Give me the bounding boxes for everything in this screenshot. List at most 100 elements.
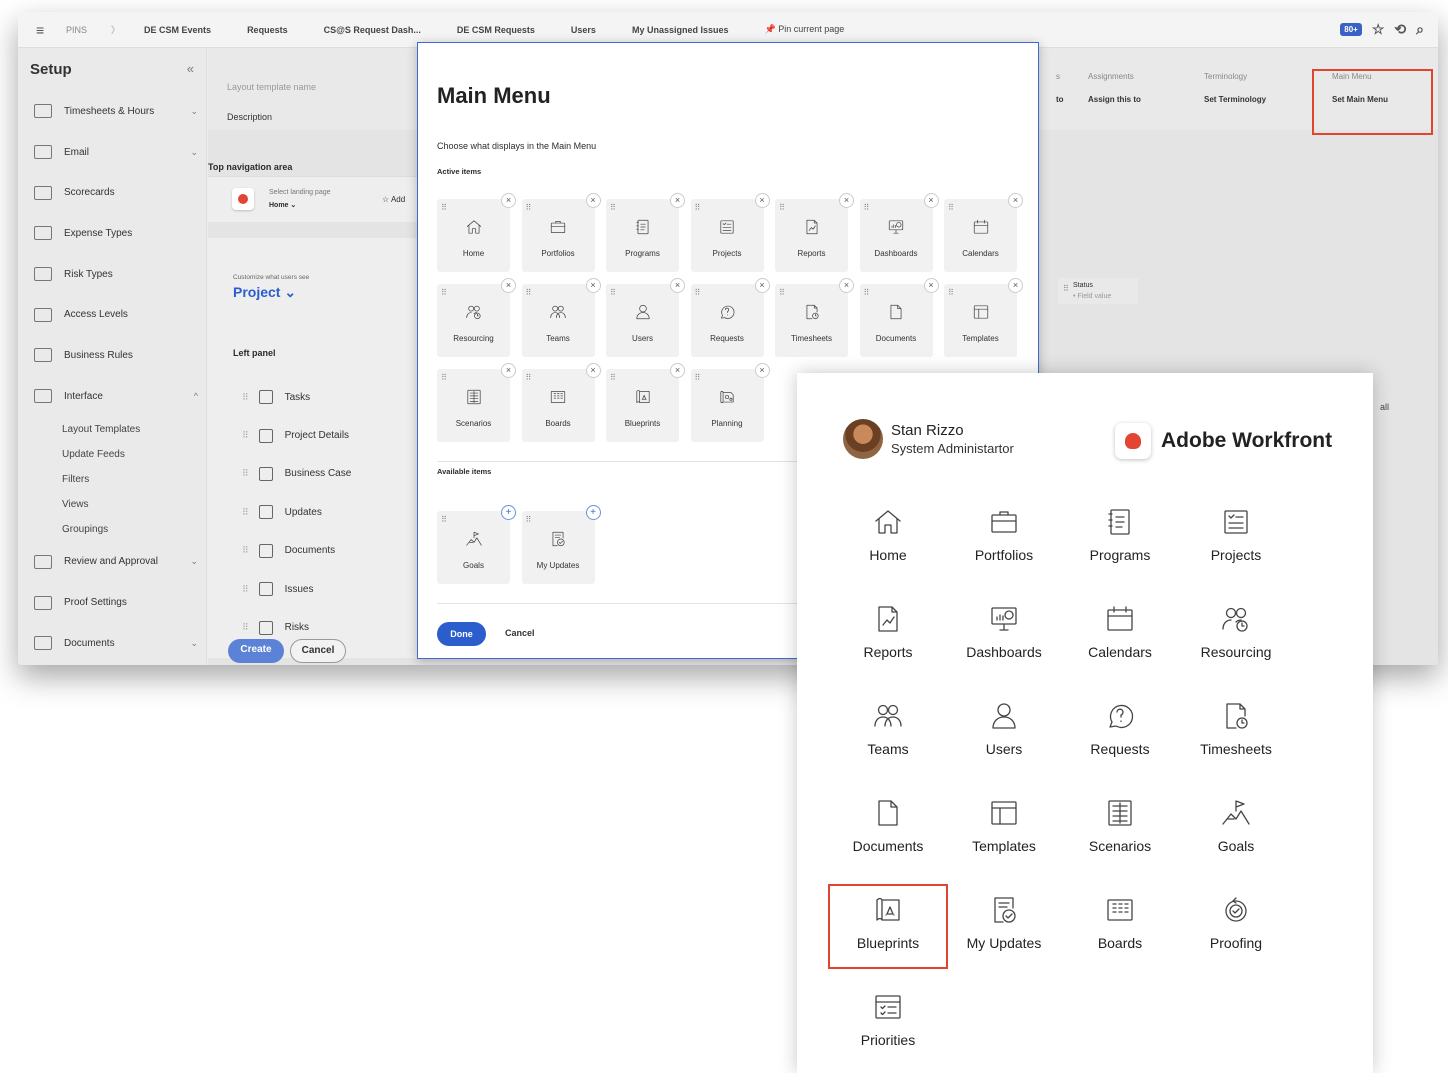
remove-icon[interactable]: ×: [839, 278, 854, 293]
sidebar-item-scorecards[interactable]: Scorecards: [18, 172, 206, 213]
drag-handle-icon[interactable]: ⠿: [441, 288, 447, 297]
menu-tile-dashboards[interactable]: ⠿ × Dashboards: [859, 193, 939, 272]
template-action-s[interactable]: s to: [1056, 72, 1064, 104]
history-icon[interactable]: ⟲: [1394, 21, 1406, 38]
left-panel-item-issues[interactable]: ⠿ Issues: [208, 570, 426, 608]
menu-tile-portfolios[interactable]: ⠿ × Portfolios: [521, 193, 601, 272]
add-pin-button[interactable]: ☆ Add: [382, 195, 405, 204]
main-menu-item-users[interactable]: Users: [946, 692, 1062, 773]
pinned-page-de-csm-events[interactable]: DE CSM Events: [126, 25, 229, 35]
main-menu-item-boards[interactable]: Boards: [1062, 886, 1178, 967]
menu-tile-planning[interactable]: ⠿ × Planning: [690, 363, 770, 442]
menu-tile-programs[interactable]: ⠿ × Programs: [606, 193, 685, 272]
drag-handle-icon[interactable]: ⠿: [695, 203, 701, 212]
main-menu-item-resourcing[interactable]: Resourcing: [1178, 595, 1294, 676]
remove-icon[interactable]: ×: [585, 363, 601, 378]
sidebar-item-access-levels[interactable]: Access Levels: [18, 294, 206, 335]
action-button[interactable]: to: [1056, 95, 1064, 104]
main-menu-item-dashboards[interactable]: Dashboards: [946, 595, 1062, 676]
drag-handle-icon[interactable]: ⠿: [864, 203, 870, 212]
drag-handle-icon[interactable]: ⠿: [948, 203, 954, 212]
main-menu-item-templates[interactable]: Templates: [946, 789, 1062, 870]
left-panel-item-business-case[interactable]: ⠿ Business Case: [208, 455, 426, 493]
drag-handle-icon[interactable]: ⠿: [779, 288, 785, 297]
landing-page-select[interactable]: Home ⌄: [269, 201, 296, 209]
drag-handle-icon[interactable]: ⠿: [779, 203, 785, 212]
sidebar-item-review-and-approval[interactable]: Review and Approval ⌄: [18, 542, 206, 583]
drag-handle-icon[interactable]: ⠿: [610, 373, 616, 382]
remove-icon[interactable]: ×: [754, 363, 770, 378]
sidebar-item-expense-types[interactable]: Expense Types: [18, 213, 206, 254]
sidebar-subitem-layout-templates[interactable]: Layout Templates: [18, 417, 206, 442]
pinned-page-users[interactable]: Users: [553, 25, 614, 35]
remove-icon[interactable]: ×: [670, 363, 685, 378]
sidebar-item-timesheets-hours[interactable]: Timesheets & Hours ⌄: [18, 91, 206, 132]
pinned-page-my-unassigned-issues[interactable]: My Unassigned Issues: [614, 25, 747, 35]
left-panel-item-updates[interactable]: ⠿ Updates: [208, 493, 426, 531]
left-panel-item-tasks[interactable]: ⠿ Tasks: [208, 378, 426, 416]
menu-tile-templates[interactable]: ⠿ × Templates: [944, 278, 1023, 357]
drag-handle-icon[interactable]: ⠿: [695, 373, 701, 382]
sidebar-subitem-views[interactable]: Views: [18, 492, 206, 517]
remove-icon[interactable]: ×: [501, 363, 516, 378]
sidebar-item-business-rules[interactable]: Business Rules: [18, 335, 206, 376]
drag-handle-icon[interactable]: ⠿: [242, 430, 249, 441]
collapse-icon[interactable]: «: [187, 61, 194, 78]
action-button[interactable]: Assign this to: [1088, 95, 1141, 104]
menu-tile-calendars[interactable]: ⠿ × Calendars: [944, 193, 1023, 272]
main-menu-item-goals[interactable]: Goals: [1178, 789, 1294, 870]
left-panel-item-project-details[interactable]: ⠿ Project Details: [208, 416, 426, 454]
menu-tile-teams[interactable]: ⠿ × Teams: [521, 278, 601, 357]
notifications-badge[interactable]: 80+: [1340, 23, 1362, 36]
menu-tile-documents[interactable]: ⠿ × Documents: [859, 278, 939, 357]
pinned-page-requests[interactable]: Requests: [229, 25, 306, 35]
main-menu-item-proofing[interactable]: Proofing: [1178, 886, 1294, 967]
main-menu-item-projects[interactable]: Projects: [1178, 498, 1294, 579]
cancel-button[interactable]: Cancel: [290, 639, 346, 663]
menu-tile-users[interactable]: ⠿ × Users: [606, 278, 685, 357]
modal-cancel-button[interactable]: Cancel: [505, 628, 535, 638]
drag-handle-icon[interactable]: ⠿: [695, 288, 701, 297]
remove-icon[interactable]: ×: [585, 193, 601, 208]
main-menu-item-timesheets[interactable]: Timesheets: [1178, 692, 1294, 773]
status-field-card[interactable]: ⠿ Status • Field value: [1058, 278, 1138, 304]
menu-tile-goals[interactable]: ⠿ + Goals: [437, 505, 516, 584]
remove-icon[interactable]: ×: [923, 193, 939, 208]
description-field[interactable]: Description: [227, 112, 272, 122]
remove-icon[interactable]: ×: [754, 278, 770, 293]
pinned-page-cs-s-request-dash[interactable]: CS@S Request Dash...: [306, 25, 439, 35]
main-menu-item-documents[interactable]: Documents: [830, 789, 946, 870]
menu-tile-home[interactable]: ⠿ × Home: [437, 193, 516, 272]
drag-handle-icon[interactable]: ⠿: [526, 288, 532, 297]
star-icon[interactable]: ☆: [1372, 21, 1385, 38]
drag-handle-icon[interactable]: ⠿: [242, 584, 249, 595]
add-icon[interactable]: +: [585, 505, 601, 520]
menu-tile-scenarios[interactable]: ⠿ × Scenarios: [437, 363, 516, 442]
user-card[interactable]: Stan Rizzo System Administartor: [843, 419, 1014, 459]
create-button[interactable]: Create: [228, 639, 284, 663]
object-type-select[interactable]: Project ⌄: [233, 284, 296, 301]
drag-handle-icon[interactable]: ⠿: [526, 515, 532, 524]
action-button[interactable]: Set Terminology: [1204, 95, 1266, 104]
main-menu-item-home[interactable]: Home: [830, 498, 946, 579]
menu-tile-reports[interactable]: ⠿ × Reports: [775, 193, 854, 272]
main-menu-item-priorities[interactable]: Priorities: [830, 983, 946, 1064]
remove-icon[interactable]: ×: [923, 278, 939, 293]
remove-icon[interactable]: ×: [585, 278, 601, 293]
drag-handle-icon[interactable]: ⠿: [441, 515, 447, 524]
menu-tile-resourcing[interactable]: ⠿ × Resourcing: [437, 278, 516, 357]
remove-icon[interactable]: ×: [670, 193, 685, 208]
menu-tile-timesheets[interactable]: ⠿ × Timesheets: [775, 278, 854, 357]
pin-current-page[interactable]: 📌 Pin current page: [747, 24, 863, 35]
remove-icon[interactable]: ×: [501, 193, 516, 208]
menu-tile-projects[interactable]: ⠿ × Projects: [690, 193, 770, 272]
sidebar-subitem-groupings[interactable]: Groupings: [18, 517, 206, 542]
search-icon[interactable]: ⌕: [1416, 21, 1424, 38]
drag-handle-icon[interactable]: ⠿: [610, 288, 616, 297]
left-panel-item-documents[interactable]: ⠿ Documents: [208, 532, 426, 570]
drag-handle-icon[interactable]: ⠿: [242, 545, 249, 556]
drag-handle-icon[interactable]: ⠿: [441, 203, 447, 212]
main-menu-item-teams[interactable]: Teams: [830, 692, 946, 773]
layout-name-input[interactable]: Layout template name: [227, 82, 316, 92]
sidebar-item-risk-types[interactable]: Risk Types: [18, 254, 206, 295]
